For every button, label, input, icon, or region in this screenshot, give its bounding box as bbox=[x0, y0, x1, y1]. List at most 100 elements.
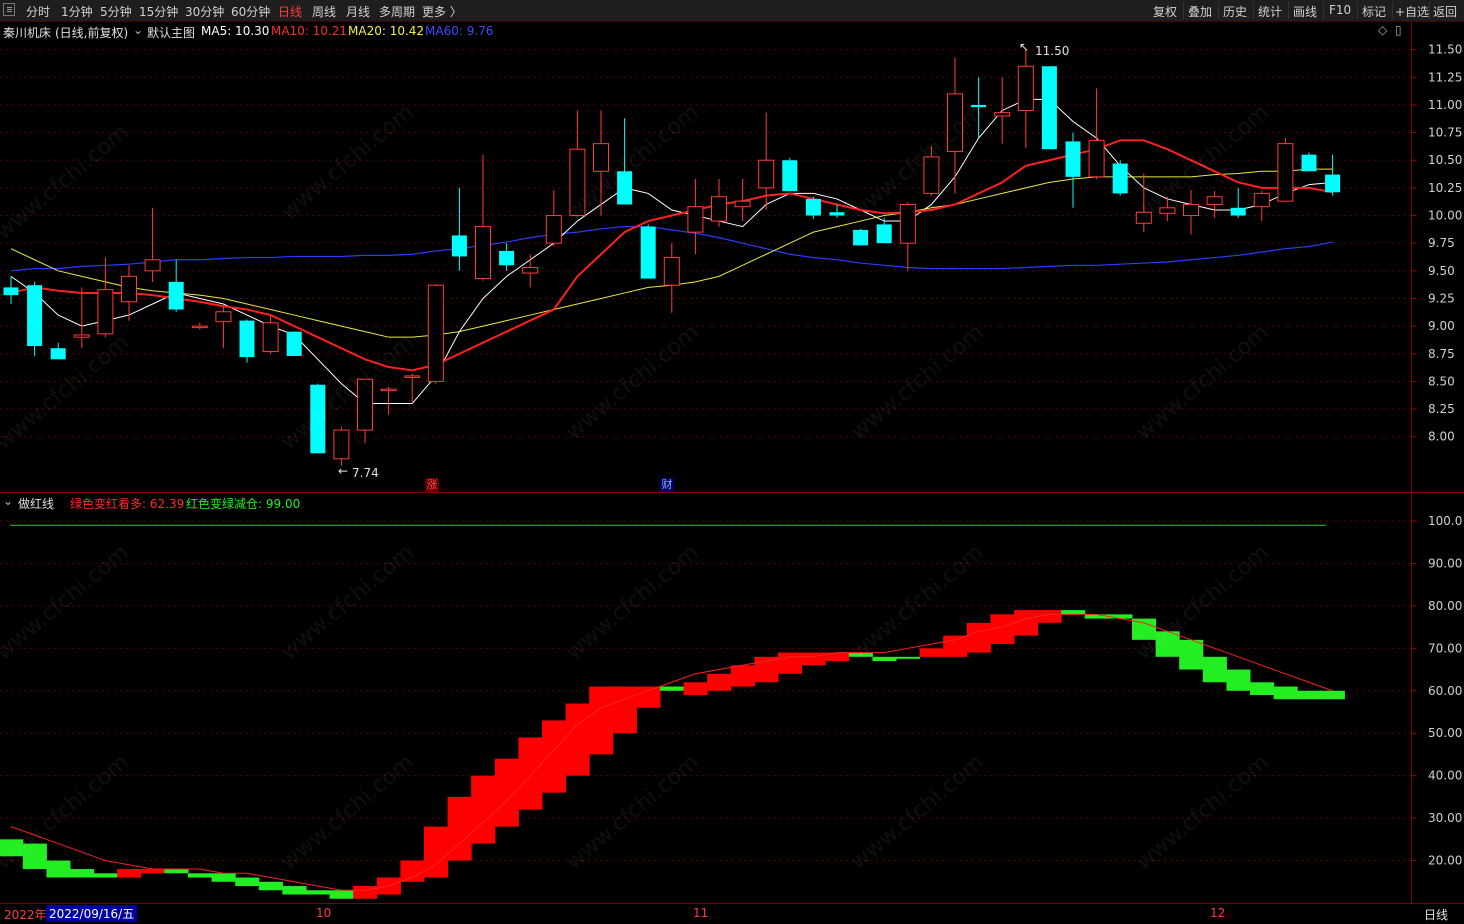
candle-body bbox=[1135, 211, 1152, 224]
indicator-bar bbox=[1250, 682, 1275, 696]
indicator-tick-label: 90.00 bbox=[1428, 556, 1462, 570]
candle-body bbox=[97, 289, 114, 335]
indicator-bar bbox=[282, 886, 307, 895]
indicator-bar bbox=[872, 656, 897, 662]
indicator-bar bbox=[730, 665, 755, 687]
indicator-bar bbox=[424, 826, 449, 878]
candle-body bbox=[1065, 141, 1081, 177]
indicator-bar bbox=[919, 648, 944, 657]
high-price-label: 11.50 bbox=[1035, 44, 1070, 58]
candle-body bbox=[734, 200, 751, 208]
price-tick-label: 8.00 bbox=[1428, 430, 1455, 444]
indicator-bar bbox=[518, 737, 543, 810]
candle-body bbox=[239, 320, 255, 358]
indicator-bar bbox=[612, 686, 637, 734]
candle-body bbox=[593, 143, 609, 172]
candle-body bbox=[569, 148, 586, 217]
candle-body bbox=[1277, 143, 1294, 202]
indicator-bar bbox=[707, 673, 732, 691]
candle-body bbox=[262, 322, 279, 353]
candle-body bbox=[1230, 207, 1246, 216]
candle-body bbox=[758, 159, 775, 189]
candle-body bbox=[27, 285, 43, 347]
price-tick-label: 10.25 bbox=[1428, 181, 1462, 195]
candle-body bbox=[1301, 154, 1317, 172]
candle-body bbox=[876, 224, 892, 244]
candle-body bbox=[475, 226, 491, 280]
indicator-bar bbox=[589, 686, 614, 755]
price-tick-label: 8.75 bbox=[1428, 347, 1455, 361]
candle-body bbox=[333, 429, 350, 460]
kline-chart[interactable]: 11.50 11.25 11.00 10.75 10.50 10.25 10.00 9.75 9… bbox=[0, 0, 1464, 923]
indicator-bar bbox=[258, 881, 283, 891]
candle-body bbox=[1041, 66, 1057, 150]
indicator-tick-label: 30.00 bbox=[1428, 811, 1462, 825]
price-tick-label: 8.50 bbox=[1428, 374, 1455, 388]
indicator-tick-label: 70.00 bbox=[1428, 641, 1462, 655]
indicator-bar bbox=[1320, 690, 1345, 700]
indicator-bar bbox=[1037, 610, 1062, 623]
indicator-bar bbox=[966, 622, 991, 653]
indicator-bar bbox=[70, 869, 95, 878]
candle-body bbox=[663, 257, 680, 286]
candle-body bbox=[50, 348, 66, 360]
month-label-10: 10 bbox=[316, 906, 332, 920]
indicator-bar bbox=[943, 635, 968, 657]
indicator-bar bbox=[660, 686, 685, 691]
candle-body bbox=[1112, 163, 1128, 194]
price-tick-label: 10.00 bbox=[1428, 209, 1462, 223]
indicator-bar bbox=[140, 869, 165, 874]
indicator-bar bbox=[306, 890, 331, 895]
price-tick-label: 10.75 bbox=[1428, 126, 1462, 140]
indicator-tick-label: 100.0 bbox=[1428, 514, 1462, 528]
indicator-bar bbox=[22, 843, 47, 870]
indicator-bar bbox=[46, 860, 71, 878]
indicator-bar bbox=[1108, 614, 1133, 619]
price-tick-label: 9.00 bbox=[1428, 319, 1455, 333]
month-label-11: 11 bbox=[693, 906, 709, 920]
price-tick-label: 9.25 bbox=[1428, 291, 1455, 305]
mark-zhang-badge[interactable]: 涨 bbox=[425, 478, 439, 492]
indicator-bar bbox=[1273, 686, 1298, 700]
low-arrow-icon: ← bbox=[338, 464, 349, 478]
price-tick-label: 11.00 bbox=[1428, 98, 1462, 112]
candle-body bbox=[947, 93, 963, 152]
price-tick-label: 9.75 bbox=[1428, 236, 1455, 250]
indicator-bar bbox=[494, 758, 519, 827]
indicator-bar bbox=[235, 877, 260, 887]
indicator-tick-label: 60.00 bbox=[1428, 684, 1462, 698]
indicator-bar bbox=[542, 720, 567, 793]
mark-cai-badge[interactable]: 财 bbox=[660, 478, 674, 492]
candle-body bbox=[711, 196, 727, 222]
price-tick-label: 11.50 bbox=[1428, 43, 1462, 57]
candle-body bbox=[357, 378, 373, 431]
period-indicator[interactable]: 日线 bbox=[1424, 906, 1448, 923]
indicator-bar bbox=[211, 873, 236, 882]
candle-body bbox=[310, 384, 326, 454]
candle-body bbox=[1183, 203, 1199, 217]
candle-body bbox=[286, 331, 302, 356]
indicator-bar bbox=[848, 652, 873, 657]
candle-body bbox=[1325, 174, 1341, 193]
high-arrow-icon: ↖ bbox=[1019, 40, 1030, 54]
indicator-bar bbox=[188, 873, 213, 878]
candle-body bbox=[1206, 196, 1223, 205]
candle-body bbox=[829, 212, 845, 216]
candle-body bbox=[640, 226, 656, 279]
price-tick-label: 10.50 bbox=[1428, 153, 1462, 167]
indicator-bar bbox=[636, 686, 661, 708]
candle-body bbox=[73, 334, 90, 338]
indicator-bar bbox=[471, 775, 496, 844]
indicator-bar bbox=[1179, 639, 1204, 670]
indicator-bar bbox=[896, 656, 921, 659]
candle-body bbox=[805, 198, 821, 216]
indicator-bar bbox=[801, 652, 826, 666]
indicator-bar bbox=[329, 890, 354, 899]
indicator-bar bbox=[164, 869, 189, 874]
year-label: 2022年 bbox=[4, 908, 47, 922]
candle-body bbox=[853, 229, 869, 246]
candle-body bbox=[3, 287, 19, 296]
month-label-12: 12 bbox=[1210, 906, 1226, 920]
cursor-date-label: 2022/09/16/五 bbox=[46, 905, 138, 922]
candle-body bbox=[427, 284, 444, 382]
